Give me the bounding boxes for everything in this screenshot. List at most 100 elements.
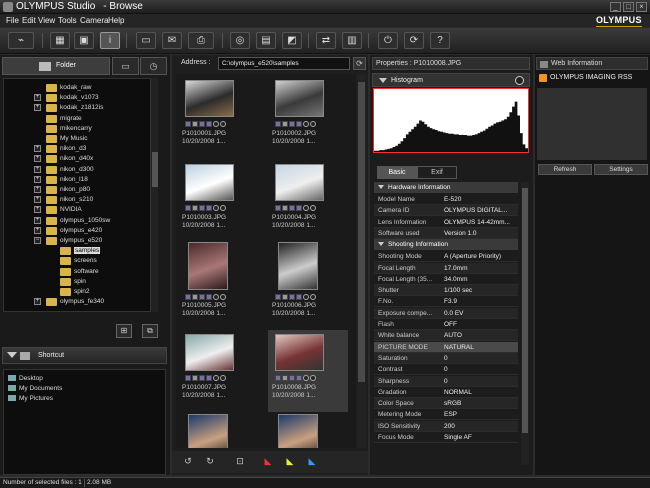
histogram-options-icon[interactable] [515,76,524,85]
folder-tree-item[interactable]: + nikon_l18 [4,175,154,185]
expand-toggle-icon[interactable]: − [34,237,41,244]
menu-tools[interactable]: Tools [58,16,77,25]
thumbnail-scrollbar[interactable] [357,74,366,448]
address-input[interactable]: C:\olympus_e520\samples [218,57,350,70]
scroll-thumb[interactable] [358,82,365,382]
folder-tree-item[interactable]: + olympus_1050sw [4,216,154,226]
folder-options-icon[interactable]: ⧉ [142,324,158,338]
red-tag-icon[interactable]: ◣ [260,454,276,468]
thumbnail-item[interactable]: P1010001.JPG 10/20/2008 1... [178,76,258,158]
folder-tree-item[interactable]: + nikon_p80 [4,185,154,195]
collapse-arrow-icon[interactable] [7,352,17,358]
folder-tree-item[interactable]: My Music [4,134,154,144]
menu-help[interactable]: Help [108,16,124,25]
folder-tree-item[interactable]: + olympus_fe340 [4,297,154,307]
property-row[interactable]: Lens Information OLYMPUS 14-42mm... [374,217,518,228]
expand-toggle-icon[interactable]: + [34,226,41,234]
thumbnail-image[interactable] [188,242,228,290]
slideshow-icon[interactable]: ▭ [136,32,156,49]
thumbnail-image[interactable] [185,80,234,117]
maximize-button[interactable]: □ [623,2,634,12]
folder-tree-item[interactable]: + kodak_v1073 [4,93,154,103]
folder-tree-item[interactable]: − olympus_e520 [4,236,154,246]
property-group-header[interactable]: Shooting Information [374,239,518,251]
thumbnail-item[interactable]: P1010008.JPG 10/20/2008 1... [268,330,348,412]
folder-tree-item[interactable]: migrate [4,114,154,124]
folder-tree-item[interactable]: + olympus_e420 [4,226,154,236]
property-row[interactable]: Gradation NORMAL [374,387,518,398]
menu-camera[interactable]: Camera [80,16,108,25]
settings-button[interactable]: Settings [594,164,648,175]
thumbnail-image[interactable] [278,414,318,448]
minimize-button[interactable]: _ [610,2,621,12]
property-row[interactable]: PICTURE MODE NATURAL [374,341,518,353]
print-icon[interactable]: ⎙ [188,32,214,49]
folder-tree-item[interactable]: samples [4,246,154,256]
help-icon[interactable]: ? [430,32,450,49]
folder-tree-item[interactable]: software [4,267,154,277]
thumbnail-item[interactable]: P1010002.JPG 10/20/2008 1... [268,76,348,158]
shortcut-header[interactable]: Shortcut [2,347,167,364]
thumbnail-item[interactable]: P1010005.JPG 10/20/2008 1... [178,238,258,320]
properties-scrollbar[interactable] [521,182,529,465]
expand-toggle-icon[interactable]: + [34,104,41,112]
import-icon[interactable]: ⊡ [232,454,248,468]
thumbnail-image[interactable] [275,334,324,371]
calendar-tab-icon[interactable]: ◷ [140,57,167,75]
expand-toggle-icon[interactable]: + [34,145,41,153]
expand-toggle-icon[interactable]: + [34,186,41,193]
property-row[interactable]: Software used Version 1.0 [374,227,518,239]
property-row[interactable]: Focal Length (35... 34.0mm [374,274,518,285]
property-row[interactable]: Shooting Mode A (Aperture Priority) [374,251,518,263]
property-row[interactable]: ISO Sensitivity 200 [374,420,518,432]
thumbnail-image[interactable] [185,334,234,371]
expand-toggle-icon[interactable]: + [34,298,41,306]
property-row[interactable]: Contrast 0 [374,364,518,376]
folder-tree-item[interactable]: + nikon_d300 [4,165,154,175]
folder-tree-scrollbar[interactable] [150,78,158,312]
collapse-arrow-icon[interactable] [379,78,387,83]
transfer-icon[interactable]: ⇄ [316,32,336,49]
close-button[interactable]: × [636,2,647,12]
folder-tree-item[interactable]: spin2 [4,287,154,297]
property-row[interactable]: Focus Mode Single AF [374,432,518,443]
thumbnail-item[interactable]: P1010006.JPG 10/20/2008 1... [268,238,348,320]
shortcut-desktop[interactable]: Desktop [8,375,43,382]
expand-toggle-icon[interactable]: + [34,94,41,102]
folder-tree-item[interactable]: kodak_raw [4,83,154,93]
thumbnail-image[interactable] [275,164,324,201]
property-row[interactable]: Model Name E-520 [374,194,518,205]
menu-edit[interactable]: Edit [22,16,36,25]
expand-toggle-icon[interactable]: + [34,216,41,224]
expand-toggle-icon[interactable]: + [34,155,41,163]
folder-tree[interactable]: kodak_raw + kodak_v1073 + kodak_z1812is migra… [3,78,155,312]
property-row[interactable]: Metering Mode ESP [374,409,518,421]
thumbnail-image[interactable] [278,242,318,290]
menu-view[interactable]: View [38,16,55,25]
update-icon[interactable]: ⟳ [404,32,424,49]
rss-feed[interactable]: OLYMPUS IMAGING RSS [537,72,647,86]
folder-tree-item[interactable]: + nikon_d3 [4,144,154,154]
folder-tree-item[interactable]: mikencarry [4,124,154,134]
property-row[interactable]: Focal Length 17.0mm [374,262,518,274]
property-row[interactable]: Flash OFF [374,319,518,330]
edit-image-icon[interactable]: ▤ [256,32,276,49]
info-icon[interactable]: i [100,32,120,49]
grid-view-icon[interactable]: ▦ [50,32,70,49]
thumbnail-item[interactable]: P1010003.JPG 10/20/2008 1... [178,160,258,242]
property-row[interactable]: Color Space sRGB [374,398,518,410]
refresh-address-icon[interactable]: ⟳ [353,57,366,70]
expand-toggle-icon[interactable]: + [34,196,41,204]
rotate-left-icon[interactable]: ↺ [180,454,196,468]
property-row[interactable]: F.No. F3.9 [374,296,518,308]
folder-tree-item[interactable]: spin [4,277,154,287]
raw-develop-icon[interactable]: ◎ [230,32,250,49]
refresh-button[interactable]: Refresh [538,164,592,175]
thumbnail-item[interactable]: P1010004.JPG 10/20/2008 1... [268,160,348,242]
thumbnail-item[interactable] [178,410,258,448]
new-folder-icon[interactable]: ⊞ [116,324,132,338]
crop-icon[interactable]: ◩ [282,32,302,49]
folder-tree-item[interactable]: + nikon_d40x [4,154,154,164]
property-row[interactable]: Exposure compe... 0.0 EV [374,307,518,319]
thumbnail-item[interactable] [268,410,348,448]
